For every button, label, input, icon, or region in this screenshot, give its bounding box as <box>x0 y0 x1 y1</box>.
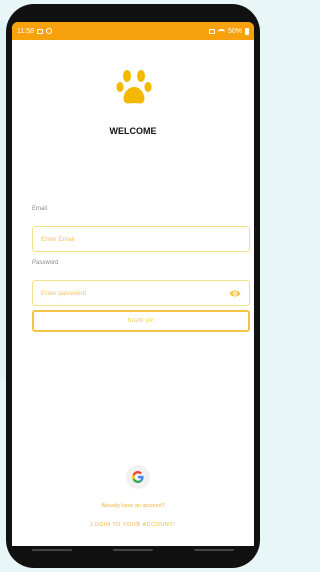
paw-icon <box>116 70 152 104</box>
already-have-account-text: Already have an account? <box>101 503 165 509</box>
nav-recents-button[interactable] <box>32 549 73 551</box>
sign-up-button[interactable]: SIGN UP <box>32 310 250 332</box>
email-input[interactable] <box>33 227 249 251</box>
sync-notification-icon <box>46 28 52 34</box>
email-label: Email <box>32 206 48 212</box>
nav-home-button[interactable] <box>112 549 153 551</box>
password-field-container <box>32 280 250 306</box>
battery-percentage: 50% <box>227 27 242 35</box>
app-screen: 11:58 50% WELCOME Email Password <box>12 22 254 546</box>
system-navigation-bar <box>12 546 254 554</box>
wifi-icon <box>217 28 225 34</box>
google-signin-button[interactable] <box>126 465 150 489</box>
status-bar: 11:58 50% <box>12 22 254 40</box>
eye-icon[interactable] <box>229 289 241 298</box>
password-input[interactable] <box>33 281 249 305</box>
gallery-notification-icon <box>37 28 43 34</box>
welcome-heading: WELCOME <box>109 126 157 136</box>
login-link[interactable]: LOGIN TO YOUR ACCOUNT! <box>12 522 254 528</box>
status-time: 11:58 <box>17 27 34 35</box>
email-field-container <box>32 226 250 252</box>
nav-back-button[interactable] <box>193 549 234 551</box>
google-icon <box>132 471 144 483</box>
status-right: 50% <box>208 27 249 35</box>
password-label: Password <box>32 260 59 266</box>
status-left: 11:58 <box>17 28 52 35</box>
battery-icon <box>245 27 249 35</box>
phone-frame: 11:58 50% WELCOME Email Password <box>6 4 260 568</box>
alarm-icon <box>208 28 215 34</box>
